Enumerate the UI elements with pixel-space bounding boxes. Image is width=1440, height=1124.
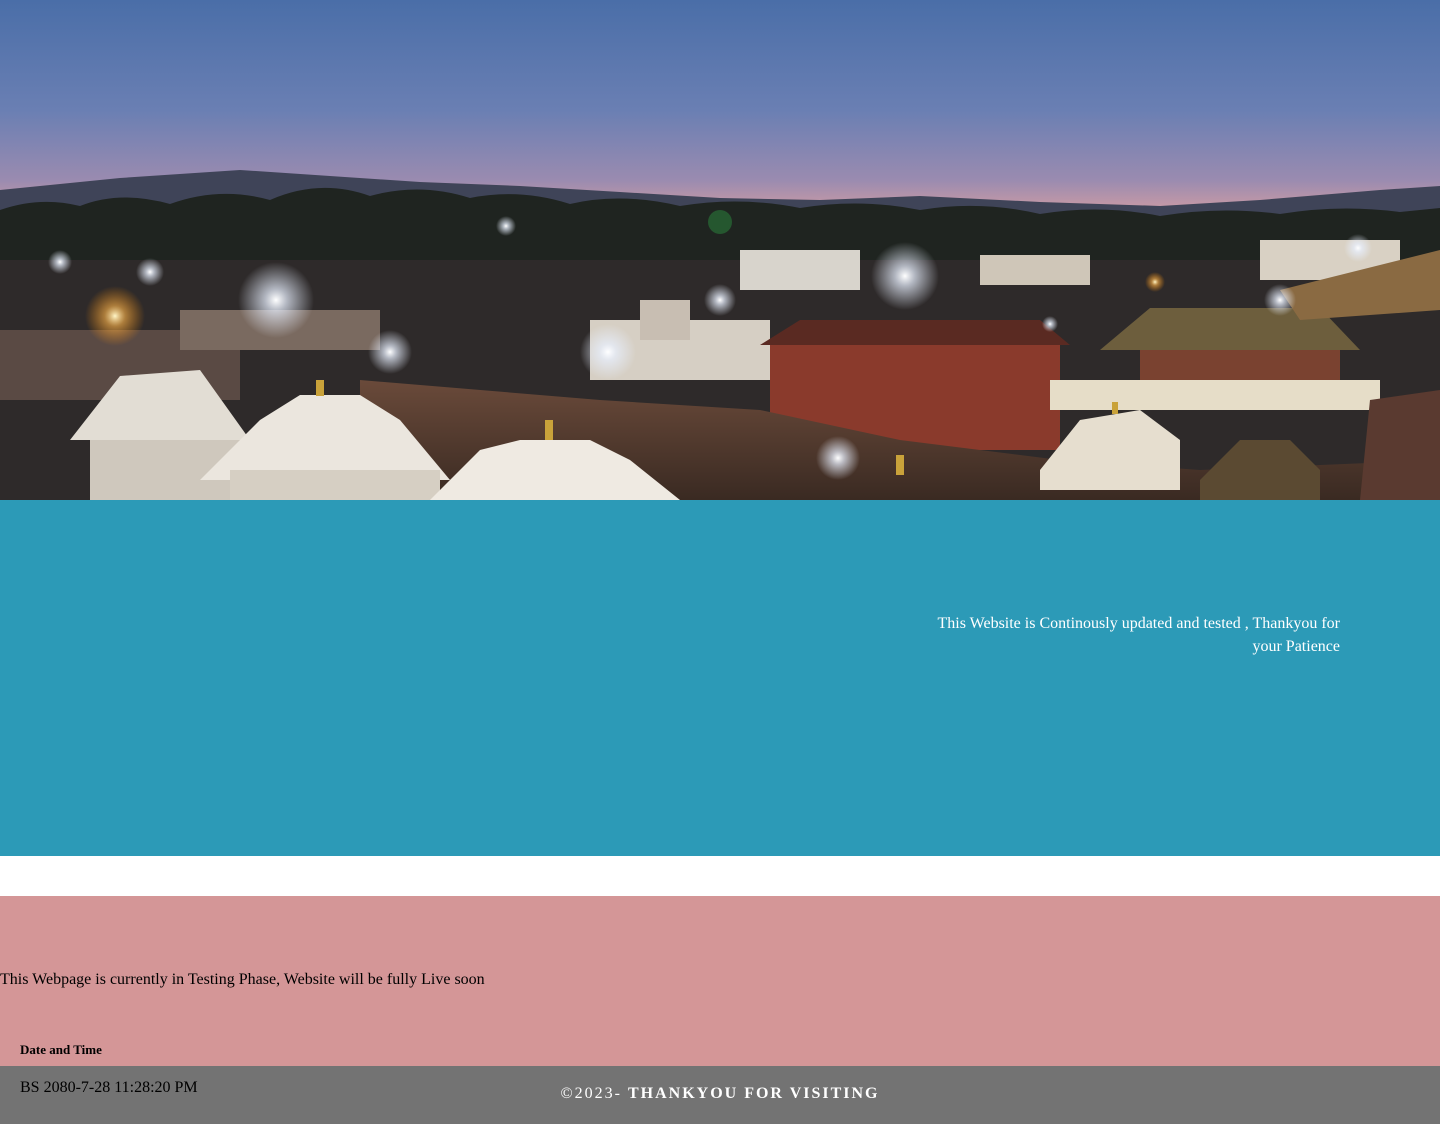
update-notice: This Website is Continously updated and … [937, 615, 1340, 655]
hero-photo [0, 0, 1440, 500]
date-time-label: Date and Time [20, 1042, 102, 1057]
info-band: This Website is Continously updated and … [0, 500, 1440, 856]
footer-message: ©2023- THANKYOU FOR VISITING [0, 1085, 1440, 1103]
footer: ©2023- THANKYOU FOR VISITING BS 2080-7-2… [0, 1066, 1440, 1124]
thankyou-text: THANKYOU FOR VISITING [627, 1085, 880, 1102]
copyright-text: ©2023- [560, 1085, 628, 1102]
date-time-value: BS 2080-7-28 11:28:20 PM [20, 1079, 198, 1096]
testing-phase-message: This Webpage is currently in Testing Pha… [0, 971, 485, 988]
status-section: This Webpage is currently in Testing Pha… [0, 896, 1440, 1066]
section-divider [0, 856, 1440, 896]
